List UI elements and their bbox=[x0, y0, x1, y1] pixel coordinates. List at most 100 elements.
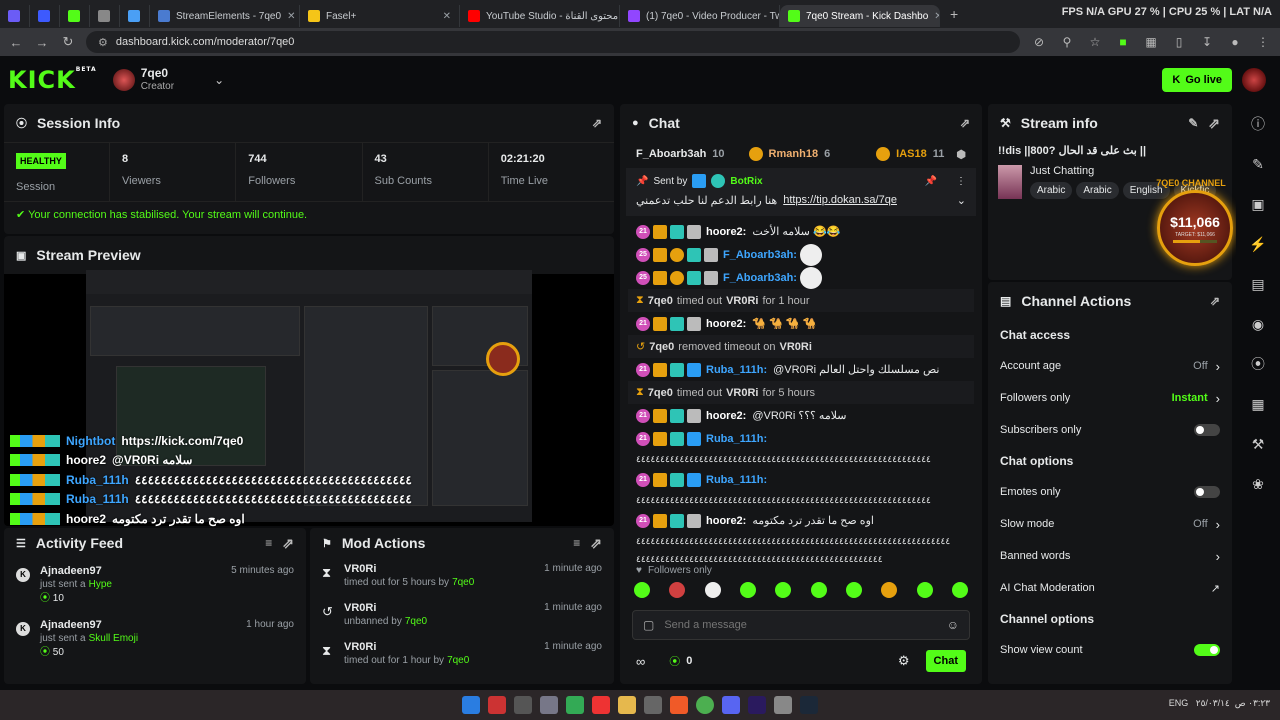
chat-username[interactable]: F_Aboarb3ah: bbox=[723, 249, 797, 261]
chrome-icon[interactable] bbox=[696, 696, 714, 714]
sys-target[interactable]: VR0Ri bbox=[726, 295, 758, 307]
browser-tab[interactable] bbox=[90, 5, 120, 27]
tag-chip[interactable]: Arabic bbox=[1076, 182, 1119, 199]
channel-setting-row[interactable]: Emotes only bbox=[988, 476, 1232, 508]
extensions-icon[interactable]: ❀ bbox=[1236, 464, 1280, 504]
windows-start-icon[interactable] bbox=[462, 696, 480, 714]
settings-app-icon[interactable] bbox=[540, 696, 558, 714]
tray-time[interactable]: ٠٣:٢٣ ص bbox=[1235, 698, 1270, 708]
app-icon[interactable] bbox=[566, 696, 584, 714]
chat-message[interactable]: 21 Ruba_111h: bbox=[620, 468, 982, 491]
chat-username[interactable]: hoore2: bbox=[706, 226, 746, 238]
zoom-icon[interactable]: ⚲ bbox=[1058, 35, 1076, 49]
discord-icon[interactable] bbox=[722, 696, 740, 714]
toggle-switch[interactable] bbox=[1194, 486, 1220, 498]
toggle-switch[interactable] bbox=[1194, 424, 1220, 436]
steam-icon[interactable] bbox=[800, 696, 818, 714]
popout-icon[interactable]: ⇗ bbox=[282, 535, 294, 552]
reload-icon[interactable]: ↻ bbox=[60, 34, 76, 50]
camera-icon[interactable]: ▣ bbox=[1236, 184, 1280, 224]
emote-icon[interactable] bbox=[669, 582, 686, 598]
chat-message[interactable]: 21 hoore2: اوه صح ما تقدر ترد مكتومه bbox=[620, 509, 982, 532]
sys-target[interactable]: VR0Ri bbox=[780, 341, 812, 353]
chevron-right-icon[interactable]: › bbox=[1216, 359, 1220, 374]
chevron-right-icon[interactable]: › bbox=[1216, 391, 1220, 406]
leader-1[interactable]: F_Aboarb3ah bbox=[636, 148, 706, 160]
browser-tab[interactable]: YouTube Studio - محتوى القناة✕ bbox=[460, 5, 620, 27]
chat-message[interactable]: 21 hoore2: سلامه الأخت 😂😂 bbox=[620, 220, 982, 243]
folder-icon[interactable] bbox=[618, 696, 636, 714]
chat-message[interactable]: 25 F_Aboarb3ah: bbox=[620, 243, 982, 266]
download-icon[interactable]: ↧ bbox=[1198, 35, 1216, 49]
browser-tab[interactable]: StreamElements - 7qe0 ✕ bbox=[150, 5, 300, 27]
external-link-icon[interactable]: ↗ bbox=[1211, 582, 1220, 595]
filter-icon[interactable]: ≡ bbox=[573, 536, 580, 550]
profile-icon[interactable]: ● bbox=[1226, 35, 1244, 49]
emote-icon[interactable] bbox=[916, 582, 933, 598]
popout-icon[interactable]: ⇗ bbox=[1208, 115, 1220, 132]
edit-icon[interactable]: ✎ bbox=[1188, 116, 1198, 130]
browser-tab[interactable]: (1) 7qe0 - Video Producer - Twit✕ bbox=[620, 5, 780, 27]
sys-target[interactable]: VR0Ri bbox=[726, 387, 758, 399]
mod-action-item[interactable]: ⧗ VR0Ri 1 minute ago timed out for 1 hour b… bbox=[310, 636, 614, 675]
kick-logo[interactable]: KICKBETA bbox=[8, 66, 97, 94]
activity-user[interactable]: Ajnadeen97 bbox=[40, 564, 102, 578]
emote-icon[interactable] bbox=[810, 582, 827, 598]
lightning-icon[interactable]: ⚡ bbox=[1236, 224, 1280, 264]
browser-tab[interactable] bbox=[0, 5, 30, 27]
activity-item[interactable]: K Ajnadeen97 5 minutes ago just sent a Hype ⦿… bbox=[4, 558, 306, 612]
app-icon[interactable] bbox=[488, 696, 506, 714]
info-icon[interactable]: ⓘ bbox=[1236, 104, 1280, 144]
sys-user[interactable]: 7qe0 bbox=[649, 341, 674, 353]
popout-icon[interactable]: ⇗ bbox=[1210, 294, 1220, 308]
mod-action-by[interactable]: 7qe0 bbox=[452, 577, 474, 588]
chat-username[interactable]: F_Aboarb3ah: bbox=[723, 272, 797, 284]
broadcast-icon[interactable]: ⦿ bbox=[1236, 344, 1280, 384]
chat-message[interactable]: 21 Ruba_111h: @VR0Ri نص مسلسلك واحتل العال… bbox=[620, 358, 982, 381]
channel-setting-row[interactable]: AI Chat Moderation ↗ bbox=[988, 572, 1232, 604]
mod-action-user[interactable]: VR0Ri bbox=[344, 562, 376, 576]
site-info-icon[interactable]: ⚙ bbox=[98, 36, 108, 49]
emote-icon[interactable] bbox=[951, 582, 968, 598]
send-chat-button[interactable]: Chat bbox=[925, 650, 966, 672]
chat-username[interactable]: hoore2: bbox=[706, 318, 746, 330]
settings-icon[interactable]: ⚙ bbox=[898, 653, 910, 669]
sidepanel-icon[interactable]: ▯ bbox=[1170, 35, 1188, 49]
mod-action-item[interactable]: ↺ VR0Ri 1 minute ago unbanned by 7qe0 bbox=[310, 597, 614, 636]
channel-setting-row[interactable]: Slow mode Off › bbox=[988, 508, 1232, 540]
channel-setting-row[interactable]: Subscribers only bbox=[988, 414, 1232, 446]
browser-tab[interactable] bbox=[60, 5, 90, 27]
browser-tab[interactable] bbox=[30, 5, 60, 27]
chevron-down-icon[interactable]: ⌄ bbox=[957, 194, 966, 207]
leader-2[interactable]: Rmanh18 bbox=[769, 148, 819, 160]
tray-language[interactable]: ENG bbox=[1169, 698, 1189, 708]
menu-icon[interactable]: ⋮ bbox=[1254, 35, 1272, 49]
browser-tab[interactable]: Fasel+ ✕ bbox=[300, 5, 460, 27]
filter-icon[interactable]: ≡ bbox=[265, 536, 272, 550]
close-icon[interactable]: ✕ bbox=[443, 11, 451, 22]
extension-badge-icon[interactable]: ■ bbox=[1114, 35, 1132, 49]
brave-icon[interactable] bbox=[670, 696, 688, 714]
chat-icon[interactable]: ◉ bbox=[1236, 304, 1280, 344]
popout-icon[interactable]: ⇗ bbox=[590, 535, 602, 552]
channel-setting-row[interactable]: Account age Off › bbox=[988, 350, 1232, 382]
channel-setting-row[interactable]: Show view count bbox=[988, 634, 1232, 666]
emote-icon[interactable] bbox=[845, 582, 862, 598]
star-icon[interactable]: ☆ bbox=[1086, 35, 1104, 49]
new-tab-icon[interactable]: + bbox=[950, 6, 958, 22]
emote-icon[interactable] bbox=[704, 582, 721, 598]
emoji-icon[interactable]: ☺ bbox=[947, 618, 959, 632]
document-icon[interactable]: ▤ bbox=[1236, 264, 1280, 304]
channel-setting-row[interactable]: Followers only Instant › bbox=[988, 382, 1232, 414]
mod-action-user[interactable]: VR0Ri bbox=[344, 601, 376, 615]
app-icon[interactable] bbox=[514, 696, 532, 714]
toggle-switch[interactable] bbox=[1194, 644, 1220, 656]
extensions-icon[interactable]: ▦ bbox=[1142, 35, 1160, 49]
chat-message[interactable]: 21 Ruba_111h: bbox=[620, 427, 982, 450]
mod-action-user[interactable]: VR0Ri bbox=[344, 640, 376, 654]
chevron-down-icon[interactable]: ⌄ bbox=[214, 73, 224, 87]
emote-icon[interactable] bbox=[634, 582, 650, 598]
category-name[interactable]: Just Chatting bbox=[1030, 165, 1216, 177]
chat-username[interactable]: hoore2: bbox=[706, 515, 746, 527]
chevron-right-icon[interactable]: › bbox=[1216, 549, 1220, 564]
